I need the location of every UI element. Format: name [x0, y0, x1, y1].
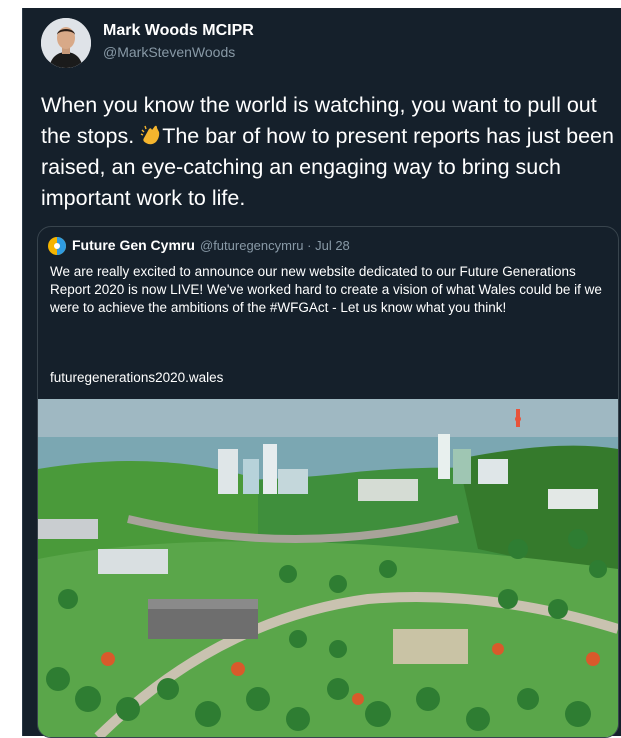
quoted-date[interactable]: · Jul 28	[307, 238, 350, 253]
quoted-tweet[interactable]: Future Gen Cymru @futuregencymru · Jul 2…	[37, 226, 619, 738]
future-gen-logo-icon	[48, 237, 66, 255]
author-avatar[interactable]	[41, 18, 91, 68]
quoted-author-meta: @futuregencymru · Jul 28	[200, 238, 350, 253]
isometric-town-illustration-icon[interactable]	[38, 399, 618, 737]
author-handle[interactable]: @MarkStevenWoods	[103, 44, 235, 60]
quoted-author-handle[interactable]: @futuregencymru	[200, 238, 304, 253]
quoted-tweet-text: We are really excited to announce our ne…	[50, 264, 602, 315]
quoted-author-name[interactable]: Future Gen Cymru	[72, 237, 195, 253]
tweet-text: When you know the world is watching, you…	[41, 90, 616, 214]
quoted-link[interactable]: futuregenerations2020.wales	[50, 370, 223, 385]
clapping-hands-icon	[140, 125, 160, 145]
author-name[interactable]: Mark Woods MCIPR	[103, 22, 254, 40]
tweet-card: Mark Woods MCIPR @MarkStevenWoods When y…	[22, 8, 621, 738]
person-avatar-icon	[41, 18, 91, 68]
